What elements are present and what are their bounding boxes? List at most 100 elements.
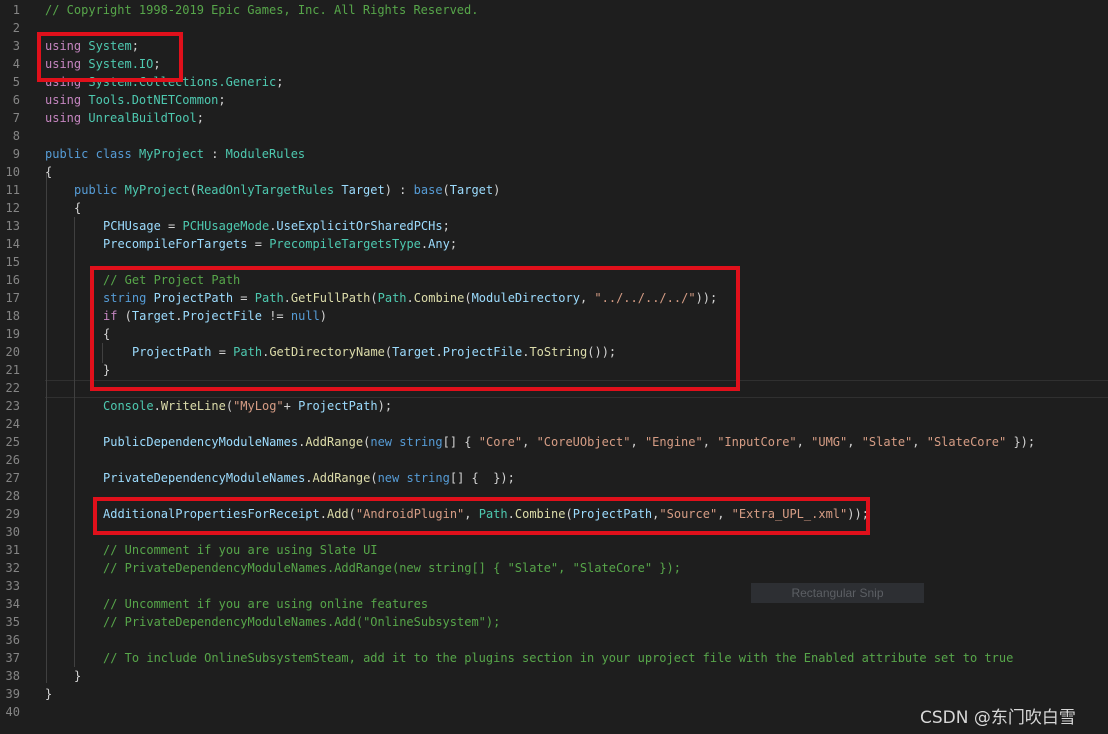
code-token: new (377, 471, 400, 485)
code-line[interactable]: 7 using UnrealBuildTool; (0, 109, 1108, 127)
code-line[interactable]: 35 // PrivateDependencyModuleNames.Add("O… (0, 613, 1108, 631)
code-token: using (45, 57, 82, 71)
line-number: 5 (12, 75, 20, 89)
watermark: CSDN @东门吹白雪 (920, 708, 1076, 728)
code-line[interactable]: 29 AdditionalPropertiesForReceipt.Add("An… (0, 505, 1108, 523)
code-line[interactable]: 24 (0, 415, 1108, 433)
code-token: )); (847, 507, 869, 521)
code-line[interactable]: 27 PrivateDependencyModuleNames.AddRange(… (0, 469, 1108, 487)
code-token: PCHUsage (103, 219, 161, 233)
code-line[interactable]: 39} (0, 685, 1108, 703)
code-token: = (160, 219, 183, 233)
code-token: , (579, 291, 595, 305)
code-line[interactable]: 38} (0, 667, 1108, 685)
indent-guide (102, 343, 103, 363)
code-token: , (464, 507, 479, 521)
line-number: 30 (5, 525, 20, 539)
code-token: Target (341, 183, 385, 197)
line-number: 1 (12, 3, 20, 17)
code-line[interactable]: 30 (0, 523, 1108, 541)
code-line[interactable]: 36 (0, 631, 1108, 649)
code-editor[interactable]: 1 // Copyright 1998-2019 Epic Games, Inc.… (0, 0, 1108, 734)
code-line[interactable]: 12 { (0, 199, 1108, 217)
code-token: class (95, 147, 132, 161)
code-token: } (103, 363, 111, 377)
code-line[interactable]: 22 (0, 379, 1108, 397)
code-token: } (45, 687, 53, 701)
code-line[interactable]: 20 ProjectPath = Path.GetDirectoryName(Ta… (0, 343, 1108, 361)
code-token: Combine (413, 291, 465, 305)
code-token: Target (449, 183, 494, 197)
code-line[interactable]: 17 string ProjectPath = Path.GetFullPath(… (0, 289, 1108, 307)
code-line[interactable]: 11 public MyProject(ReadOnlyTargetRules T… (0, 181, 1108, 199)
code-token: , (796, 435, 812, 449)
code-token: } (74, 669, 82, 683)
line-number: 29 (5, 507, 20, 521)
code-token: . (283, 291, 291, 305)
code-token: PrivateDependencyModuleNames (103, 471, 306, 485)
code-line[interactable]: 23 Console.WriteLine("MyLog"+ ProjectPath… (0, 397, 1108, 415)
line-number: 37 (5, 651, 20, 665)
code-token: PCHUsageMode (182, 219, 270, 233)
code-token: ( (464, 291, 472, 305)
line-number: 27 (5, 471, 20, 485)
code-token: System.IO (88, 57, 154, 71)
code-text: if (Target.ProjectFile != null) (103, 307, 327, 325)
code-token: PrecompileForTargets (103, 237, 248, 251)
code-line[interactable]: 6 using Tools.DotNETCommon; (0, 91, 1108, 109)
code-line[interactable]: 9 public class MyProject : ModuleRules (0, 145, 1108, 163)
code-line[interactable]: 31 // Uncomment if you are using Slate UI (0, 541, 1108, 559)
code-line[interactable]: 4 using System.IO; (0, 55, 1108, 73)
code-token: "../../../../" (594, 291, 696, 305)
code-token: }); (1006, 435, 1036, 449)
code-line[interactable]: 8 (0, 127, 1108, 145)
code-line[interactable]: 26 (0, 451, 1108, 469)
line-number: 7 (12, 111, 20, 125)
code-line[interactable]: 15 (0, 253, 1108, 271)
code-token: ModuleDirectory (471, 291, 580, 305)
code-text: PCHUsage = PCHUsageMode.UseExplicitOrSha… (103, 217, 450, 235)
code-line[interactable]: 14 PrecompileForTargets = PrecompileTarge… (0, 235, 1108, 253)
code-line[interactable]: 5 using System.Collections.Generic; (0, 73, 1108, 91)
code-token: WriteLine (160, 399, 226, 413)
code-token: Path (478, 507, 508, 521)
code-token: "Engine" (644, 435, 703, 449)
code-line[interactable]: 1 // Copyright 1998-2019 Epic Games, Inc.… (0, 1, 1108, 19)
code-token: AdditionalPropertiesForReceipt (103, 507, 320, 521)
code-line[interactable]: 19 { (0, 325, 1108, 343)
code-line[interactable]: 18 if (Target.ProjectFile != null) (0, 307, 1108, 325)
code-token: . (319, 507, 327, 521)
code-line[interactable]: 34 // Uncomment if you are using online f… (0, 595, 1108, 613)
code-token: using (45, 93, 82, 107)
code-token: // PrivateDependencyModuleNames.Add("Onl… (103, 615, 501, 629)
code-token: Tools.DotNETCommon (88, 93, 219, 107)
code-token: ( (442, 183, 450, 197)
code-line[interactable]: 10{ (0, 163, 1108, 181)
code-line[interactable]: 16 // Get Project Path (0, 271, 1108, 289)
code-text: PublicDependencyModuleNames.AddRange(new… (103, 433, 1035, 451)
code-line[interactable]: 32 // PrivateDependencyModuleNames.AddRan… (0, 559, 1108, 577)
code-line[interactable]: 3 using System; (0, 37, 1108, 55)
code-token: [] { }); (449, 471, 515, 485)
line-number: 9 (12, 147, 20, 161)
code-token: null (290, 309, 320, 323)
code-text: public class MyProject : ModuleRules (45, 145, 305, 163)
code-token: public (45, 147, 89, 161)
code-token: ) (319, 309, 328, 323)
code-token: if (103, 309, 118, 323)
code-line[interactable]: 21} (0, 361, 1108, 379)
line-number: 39 (5, 687, 20, 701)
code-token: . (175, 309, 183, 323)
code-line[interactable]: 33 (0, 577, 1108, 595)
code-line[interactable]: 13 PCHUsage = PCHUsageMode.UseExplicitOrS… (0, 217, 1108, 235)
code-line[interactable]: 2 (0, 19, 1108, 37)
line-number: 22 (5, 381, 20, 395)
line-number: 19 (5, 327, 20, 341)
indent-guide (74, 217, 75, 667)
code-token: PrecompileTargetsType (269, 237, 421, 251)
code-token: GetFullPath (290, 291, 371, 305)
code-line[interactable]: 25 PublicDependencyModuleNames.AddRange(n… (0, 433, 1108, 451)
code-line[interactable]: 37 // To include OnlineSubsystemSteam, ad… (0, 649, 1108, 667)
code-line[interactable]: 28 (0, 487, 1108, 505)
code-text: PrivateDependencyModuleNames.AddRange(ne… (103, 469, 515, 487)
